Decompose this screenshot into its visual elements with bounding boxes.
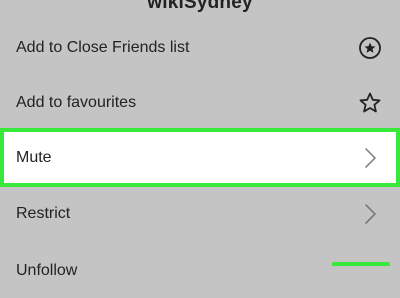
- menu-item-label: Add to Close Friends list: [16, 39, 190, 56]
- close-friends-star-circle-icon: [358, 36, 382, 60]
- menu-item-unfollow[interactable]: Unfollow: [0, 242, 400, 298]
- highlight-marker: [332, 262, 390, 266]
- menu-item-label: Restrict: [16, 205, 71, 222]
- chevron-right-icon: [358, 146, 382, 170]
- menu-item-label: Unfollow: [16, 262, 78, 279]
- menu-item-mute[interactable]: Mute: [0, 128, 400, 187]
- star-outline-icon: [358, 91, 382, 115]
- menu-item-label: Mute: [16, 148, 52, 166]
- options-sheet: wikiSydney Add to Close Friends list Add…: [0, 0, 400, 279]
- menu-item-label: Add to favourites: [16, 94, 137, 111]
- account-title: wikiSydney: [147, 0, 253, 13]
- menu-item-add-favourites[interactable]: Add to favourites: [0, 75, 400, 131]
- menu-item-add-close-friends[interactable]: Add to Close Friends list: [0, 20, 400, 76]
- menu-item-restrict[interactable]: Restrict: [0, 186, 400, 242]
- chevron-right-icon: [358, 202, 382, 226]
